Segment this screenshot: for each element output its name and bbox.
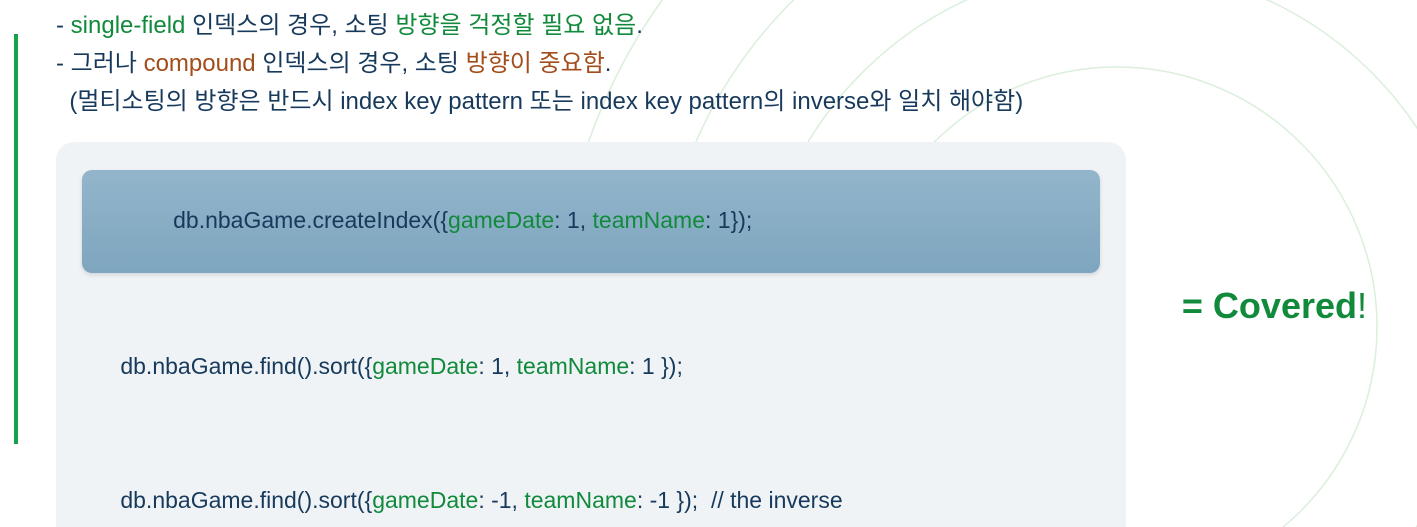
code-text: : -1, xyxy=(478,487,524,513)
text: . xyxy=(636,12,643,39)
text: - xyxy=(56,12,71,39)
query-line-2: db.nbaGame.find().sort({gameDate: -1, te… xyxy=(82,434,1100,527)
code-text: : 1}); xyxy=(705,207,752,233)
quote-bar xyxy=(14,34,18,444)
create-index-box: db.nbaGame.createIndex({gameDate: 1, tea… xyxy=(82,170,1100,273)
field-teamName: teamName xyxy=(517,353,629,379)
code-text: db.nbaGame.find().sort({ xyxy=(120,487,372,513)
code-text: : 1, xyxy=(554,207,592,233)
code-text: : 1 }); xyxy=(629,353,683,379)
text: . xyxy=(605,50,612,77)
field-teamName: teamName xyxy=(524,487,636,513)
text: 인덱스의 경우, 소팅 xyxy=(256,50,466,77)
emphasis-compound: compound xyxy=(144,50,256,77)
code-panel: db.nbaGame.createIndex({gameDate: 1, tea… xyxy=(56,142,1126,527)
field-gameDate: gameDate xyxy=(372,353,478,379)
covered-callout: = Covered! xyxy=(1182,285,1367,327)
code-text: db.nbaGame.find().sort({ xyxy=(120,353,372,379)
bullet-line-3: (멀티소팅의 방향은 반드시 index key pattern 또는 inde… xyxy=(56,84,1417,120)
slide-content: - single-field 인덱스의 경우, 소팅 방향을 걱정할 필요 없음… xyxy=(0,0,1417,527)
text: 인덱스의 경우, 소팅 xyxy=(185,12,395,39)
bullet-line-2: - 그러나 compound 인덱스의 경우, 소팅 방향이 중요함. xyxy=(56,46,1417,82)
emphasis-direction-ok: 방향을 걱정할 필요 없음 xyxy=(395,12,636,39)
bullet-line-1: - single-field 인덱스의 경우, 소팅 방향을 걱정할 필요 없음… xyxy=(56,8,1417,44)
field-gameDate: gameDate xyxy=(372,487,478,513)
emphasis-single-field: single-field xyxy=(71,12,186,39)
code-text: db.nbaGame.createIndex({ xyxy=(173,207,448,233)
covered-label: = Covered xyxy=(1182,285,1357,326)
code-text: : -1 }); // the inverse xyxy=(637,487,843,513)
query-line-1: db.nbaGame.find().sort({gameDate: 1, tea… xyxy=(82,299,1100,434)
field-gameDate: gameDate xyxy=(448,207,554,233)
field-teamName: teamName xyxy=(593,207,705,233)
emphasis-direction-important: 방향이 중요함 xyxy=(466,50,605,77)
code-text: : 1, xyxy=(478,353,516,379)
covered-exclamation: ! xyxy=(1357,285,1367,326)
create-index-code: db.nbaGame.createIndex({gameDate: 1, tea… xyxy=(122,186,1060,255)
text: - 그러나 xyxy=(56,50,144,77)
bullet-list: - single-field 인덱스의 경우, 소팅 방향을 걱정할 필요 없음… xyxy=(56,8,1417,120)
